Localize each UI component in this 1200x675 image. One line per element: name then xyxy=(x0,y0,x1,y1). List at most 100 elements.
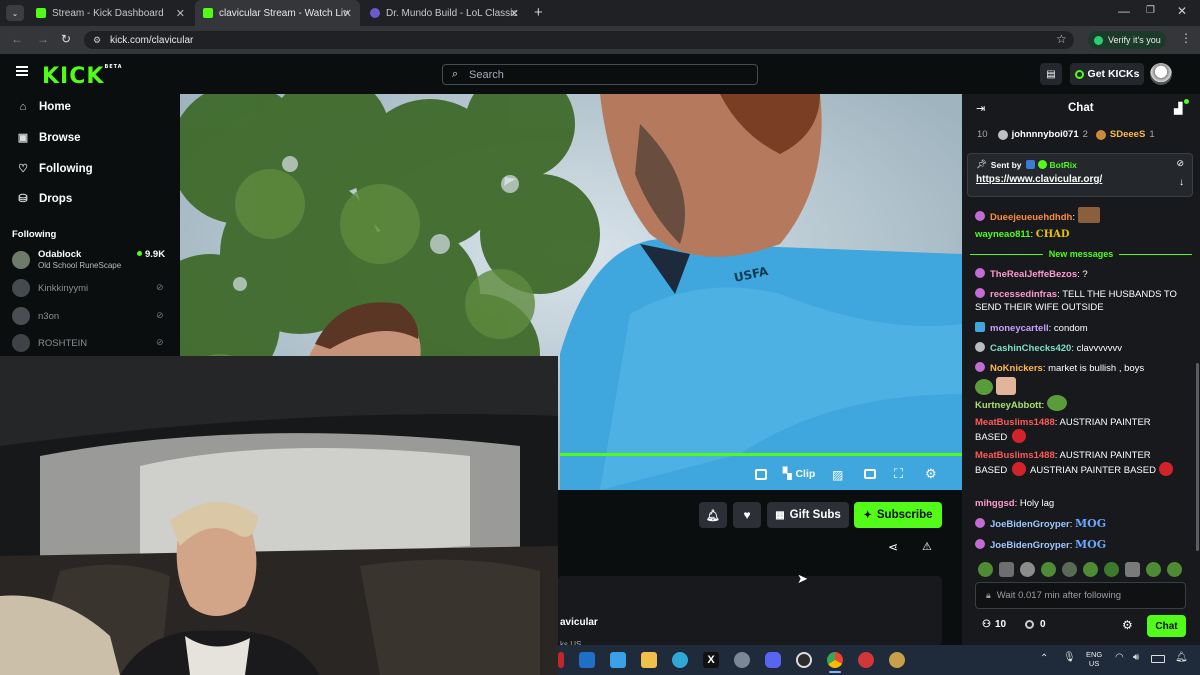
tray-overflow-icon[interactable]: ⌃ xyxy=(1040,653,1048,664)
search-input[interactable]: ⌕ Search xyxy=(442,64,758,85)
bookmark-star-icon[interactable]: ☆ xyxy=(1056,32,1067,46)
emote-icon[interactable] xyxy=(1146,562,1161,577)
captions-off-icon[interactable]: ▨ xyxy=(832,468,843,482)
browser-tab-dashboard[interactable]: Stream - Kick Dashboard ✕ xyxy=(28,0,193,26)
chat-username[interactable]: TheRealJeffeBezos xyxy=(990,269,1077,280)
browser-tab-stream[interactable]: clavicular Stream - Watch Live o ✕ xyxy=(195,0,360,26)
chat-username[interactable]: recessedinfras xyxy=(990,289,1057,300)
notepad-icon[interactable] xyxy=(610,652,626,668)
get-kicks-button[interactable]: Get KICKs xyxy=(1070,63,1144,85)
chat-message[interactable]: recessedinfras: TELL THE HUSBANDS TO SEN… xyxy=(975,288,1180,314)
url-field[interactable]: ⚙ kick.com/clavicular xyxy=(84,31,1074,49)
reload-icon[interactable]: ↻ xyxy=(61,32,71,46)
chat-username[interactable]: moneycartell xyxy=(990,323,1049,334)
chat-username[interactable]: JoeBidenGroyper xyxy=(990,540,1070,551)
emote-icon[interactable] xyxy=(1125,562,1140,577)
user-avatar[interactable] xyxy=(1150,63,1172,85)
chat-message[interactable]: MeatBuslims1488: AUSTRIAN PAINTER BASED … xyxy=(975,449,1180,477)
leaderboard-icon[interactable]: ▟ xyxy=(1174,102,1182,115)
taskbar-app-icon[interactable] xyxy=(558,652,564,668)
chrome-icon[interactable] xyxy=(827,652,843,668)
emote-icon[interactable] xyxy=(978,562,993,577)
browser-tab-lol[interactable]: Dr. Mundo Build - LoL Classic ✕ xyxy=(362,0,527,26)
video-progress-bar[interactable] xyxy=(560,453,962,456)
subscribe-button[interactable]: ✦ Subscribe xyxy=(854,502,942,528)
theater-mode-icon[interactable] xyxy=(755,469,767,480)
chat-message[interactable]: JoeBidenGroyper: MOG xyxy=(975,517,1180,531)
discord-icon[interactable] xyxy=(765,652,781,668)
emote-icon[interactable] xyxy=(1104,562,1119,577)
microphone-icon[interactable]: 🎙︎ xyxy=(1063,652,1076,663)
following-item-odablock[interactable]: Odablock Old School RuneScape xyxy=(12,249,121,270)
edge-icon[interactable] xyxy=(672,652,688,668)
chat-input[interactable]: 🔒︎ Wait 0.017 min after following xyxy=(975,582,1186,609)
restore-icon[interactable]: ❐ xyxy=(1146,5,1155,16)
chat-message[interactable]: TheRealJeffeBezos: ? xyxy=(975,268,1180,281)
close-tab-icon[interactable]: ✕ xyxy=(343,7,352,20)
chat-username[interactable]: Dueejeueuehdhdh xyxy=(990,212,1072,223)
site-info-icon[interactable]: ⚙ xyxy=(93,35,101,46)
obs-icon[interactable] xyxy=(796,652,812,668)
forward-icon[interactable]: → xyxy=(37,32,49,46)
chat-username[interactable]: MeatBuslims1488 xyxy=(975,417,1055,428)
creator-dashboard-icon[interactable]: ▤ xyxy=(1040,63,1062,85)
kick-logo[interactable]: KICKBETA xyxy=(42,64,123,89)
sidebar-item-browse[interactable]: ▣ Browse xyxy=(16,131,81,145)
collapse-chat-icon[interactable]: ⇥ xyxy=(976,102,985,115)
following-item-roshtein[interactable]: ROSHTEIN xyxy=(12,334,87,352)
hide-pin-icon[interactable]: ⊘ xyxy=(1176,158,1184,169)
hamburger-menu-icon[interactable] xyxy=(16,66,28,76)
report-icon[interactable]: ⚠ xyxy=(922,540,932,553)
clip-button[interactable]: ▚ Clip xyxy=(783,467,815,481)
send-chat-button[interactable]: Chat xyxy=(1147,615,1186,637)
emote-icon[interactable] xyxy=(1062,562,1077,577)
share-icon[interactable]: ⋖ xyxy=(888,540,898,554)
pinned-link[interactable]: https://www.clavicular.org/ xyxy=(976,174,1102,185)
chat-username[interactable]: CashinChecks420 xyxy=(990,343,1071,354)
outlook-icon[interactable] xyxy=(579,652,595,668)
settings-app-icon[interactable] xyxy=(734,652,750,668)
minimize-icon[interactable]: — xyxy=(1118,4,1130,18)
sidebar-item-home[interactable]: ⌂ Home xyxy=(16,101,71,113)
sidebar-item-drops[interactable]: ⛁ Drops xyxy=(16,192,72,206)
battery-icon[interactable] xyxy=(1151,655,1165,663)
menu-dots-icon[interactable]: ⋮ xyxy=(1180,31,1192,45)
chat-username[interactable]: wayneao811 xyxy=(975,229,1030,240)
chat-message[interactable]: KurtneyAbbott: xyxy=(975,395,1180,412)
chat-message[interactable]: Dueejeueuehdhdh: xyxy=(975,207,1180,224)
following-item-n3on[interactable]: n3on xyxy=(12,307,59,325)
file-explorer-icon[interactable] xyxy=(641,652,657,668)
emote-icon[interactable] xyxy=(1167,562,1182,577)
close-tab-icon[interactable]: ✕ xyxy=(176,7,185,20)
chat-username[interactable]: NoKnickers xyxy=(990,363,1043,374)
close-tab-icon[interactable]: ✕ xyxy=(510,7,519,20)
chat-message[interactable]: JoeBidenGroyper: MOG xyxy=(975,538,1180,552)
chat-username[interactable]: JoeBidenGroyper xyxy=(990,519,1070,530)
follow-heart-button[interactable]: ♥ xyxy=(733,502,761,528)
volume-icon[interactable]: 🔊︎ xyxy=(1133,652,1139,663)
miniplayer-icon[interactable] xyxy=(864,469,876,479)
sidebar-item-following[interactable]: ♡ Following xyxy=(16,162,93,176)
emote-icon[interactable] xyxy=(999,562,1014,577)
chat-username[interactable]: KurtneyAbbott xyxy=(975,400,1042,411)
expand-pin-icon[interactable]: ↓ xyxy=(1179,177,1184,188)
settings-gear-icon[interactable]: ⚙ xyxy=(925,466,937,482)
notifications-bell-button[interactable]: 🔔︎ xyxy=(699,502,727,528)
fullscreen-icon[interactable]: ⛶ xyxy=(894,466,903,482)
chat-message[interactable]: mihggsd: Holy lag xyxy=(975,497,1180,510)
pinned-message[interactable]: 📌︎ Sent by BotRix ⊘ https://www.clavicul… xyxy=(967,153,1193,197)
chat-scrollbar[interactable] xyxy=(1196,363,1199,551)
riot-client-icon[interactable] xyxy=(858,652,874,668)
close-window-icon[interactable]: ✕ xyxy=(1177,4,1187,18)
new-tab-button[interactable]: + xyxy=(534,4,543,21)
chat-message[interactable]: MeatBuslims1488: AUSTRIAN PAINTER BASED xyxy=(975,416,1180,444)
chat-message[interactable]: CashinChecks420: clavvvvvvv xyxy=(975,342,1180,355)
chat-settings-icon[interactable]: ⚙ xyxy=(1122,618,1133,632)
chat-message[interactable]: wayneao811: CHAD xyxy=(975,228,1180,241)
league-client-icon[interactable] xyxy=(889,652,905,668)
chat-username[interactable]: mihggsd xyxy=(975,498,1015,509)
gifter-name[interactable]: SDeeeS xyxy=(1110,129,1145,140)
emote-icon[interactable] xyxy=(1083,562,1098,577)
notifications-icon[interactable]: 🔔︎ xyxy=(1175,652,1188,663)
x-app-icon[interactable]: X xyxy=(703,652,719,668)
